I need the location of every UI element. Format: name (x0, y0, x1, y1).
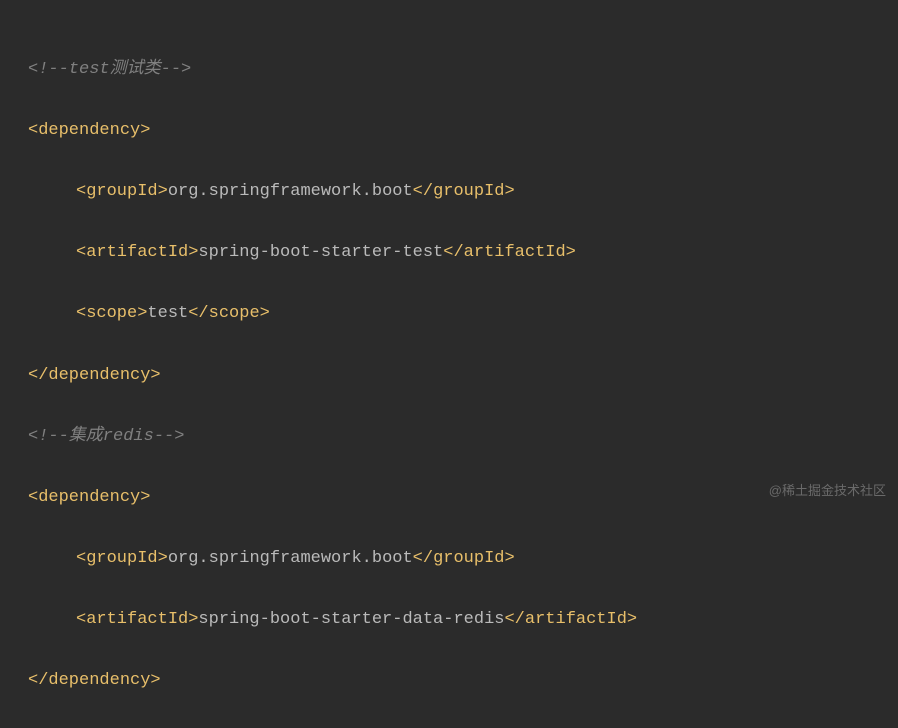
dependency-open-tag: <dependency> (28, 121, 150, 140)
scope-open: <scope> (76, 304, 147, 323)
dependency-open-tag: <dependency> (28, 488, 150, 507)
dependency-close-tag: </dependency> (28, 366, 161, 385)
artifactid-close: </artifactId> (443, 243, 576, 262)
artifactid-open: <artifactId> (76, 610, 198, 629)
scope-value: test (147, 304, 188, 323)
watermark-text: @稀土掘金技术社区 (769, 479, 886, 502)
groupid-value: org.springframework.boot (168, 182, 413, 201)
artifactid-close: </artifactId> (504, 610, 637, 629)
groupid-open: <groupId> (76, 182, 168, 201)
xml-comment: <!--test测试类--> (28, 60, 191, 79)
groupid-open: <groupId> (76, 549, 168, 568)
groupid-close: </groupId> (413, 182, 515, 201)
artifactid-value: spring-boot-starter-data-redis (198, 610, 504, 629)
scope-close: </scope> (188, 304, 270, 323)
artifactid-value: spring-boot-starter-test (198, 243, 443, 262)
xml-comment: <!--集成redis--> (28, 427, 184, 446)
dependency-close-tag: </dependency> (28, 671, 161, 690)
groupid-close: </groupId> (413, 549, 515, 568)
groupid-value: org.springframework.boot (168, 549, 413, 568)
code-block: <!--test测试类--> <dependency> <groupId>org… (28, 24, 870, 728)
artifactid-open: <artifactId> (76, 243, 198, 262)
